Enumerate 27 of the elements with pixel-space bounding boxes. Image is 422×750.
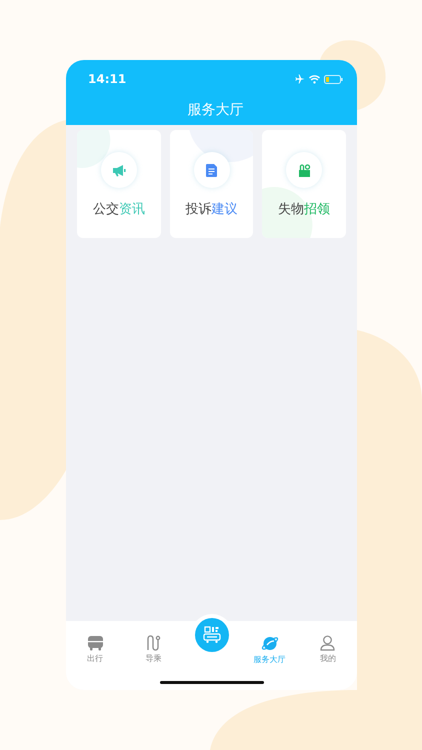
route-icon [146, 635, 161, 651]
wifi-icon [309, 74, 320, 84]
tab-item[interactable]: 导乘 [139, 629, 168, 666]
card-title: 公交资讯 [92, 201, 145, 219]
scan-icon [202, 626, 220, 644]
service-card[interactable]: 公交资讯 [77, 130, 161, 238]
document-icon [206, 164, 217, 176]
service-card[interactable]: 投诉建议 [170, 130, 254, 238]
planet-icon [260, 635, 279, 652]
tab-item[interactable]: 服务大厅 [248, 629, 292, 667]
card-title: 投诉建议 [186, 201, 238, 219]
person-icon [320, 635, 336, 651]
scan-button[interactable] [194, 618, 228, 652]
service-card[interactable]: 失物招领 [262, 130, 346, 238]
battery-icon [324, 74, 343, 84]
bus-icon [86, 635, 104, 651]
card-decoration [188, 130, 254, 162]
background-blob [320, 40, 386, 110]
box-icon [298, 164, 311, 176]
tab-item[interactable]: 出行 [80, 629, 110, 666]
tab-item[interactable]: 我的 [314, 629, 342, 666]
megaphone-icon [112, 164, 126, 176]
status-time: 14:11 [88, 71, 126, 88]
card-decoration [77, 130, 110, 168]
card-title: 失物招领 [278, 201, 330, 219]
page-title: 服务大厅 [186, 101, 244, 120]
airplane-icon [295, 74, 305, 84]
